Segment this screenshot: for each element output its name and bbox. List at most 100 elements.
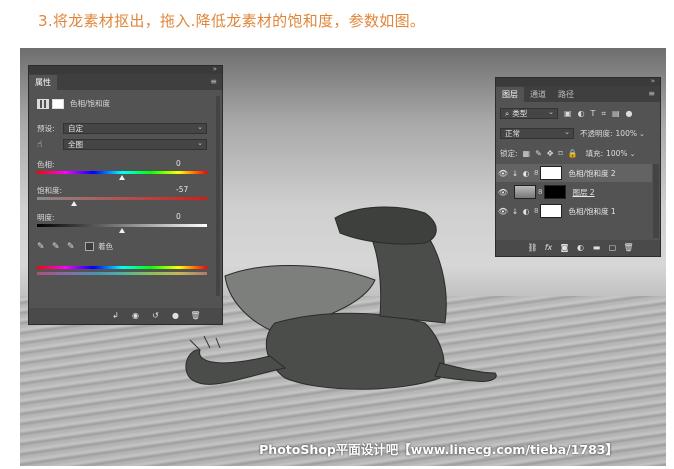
colorize-checkbox[interactable] [85, 242, 94, 251]
eyedropper-minus-icon[interactable]: ✎ [67, 242, 85, 252]
layers-scrollbar[interactable] [653, 164, 659, 238]
lightness-slider-thumb[interactable] [119, 228, 125, 233]
reset-icon[interactable]: ↺ [149, 310, 162, 321]
layer-row-hue-sat-2[interactable]: 👁 ↓ ◐ 8 色相/饱和度 2 [496, 164, 652, 182]
preset-dropdown[interactable]: 自定 ⌄ [63, 123, 207, 134]
preset-label: 预设: [37, 124, 55, 133]
saturation-slider-thumb[interactable] [70, 201, 77, 206]
search-icon: ⌕ [505, 108, 510, 118]
adjustment-layer-icon: ◐ [522, 168, 530, 178]
clip-arrow-icon: ↓ [511, 168, 519, 178]
kind-value: 类型 [512, 109, 528, 118]
panel-menu-icon[interactable]: ≡ [648, 89, 655, 98]
filter-toggle-icon[interactable]: ● [626, 109, 633, 118]
saturation-value[interactable]: -57 [176, 185, 188, 194]
adjustment-layer-icon: ◐ [522, 206, 530, 216]
hue-value[interactable]: 0 [176, 159, 181, 168]
layer-thumbnail[interactable] [514, 185, 536, 199]
collapse-icon[interactable]: » [213, 65, 217, 73]
new-layer-icon[interactable]: ▢ [606, 242, 619, 253]
layer-row-layer-2[interactable]: 👁 8 图层 2 [496, 183, 652, 201]
clip-to-layer-icon[interactable]: ↲ [109, 310, 122, 321]
layer-mask-thumbnail[interactable] [544, 185, 567, 199]
range-value: 全图 [68, 140, 83, 149]
spectrum-bar-bottom [37, 272, 207, 275]
fill-value[interactable]: 100% [606, 149, 627, 158]
layer-mask-thumbnail[interactable] [540, 204, 563, 218]
chevron-down-icon: ⌄ [548, 108, 554, 116]
layer-list: 👁 ↓ ◐ 8 色相/饱和度 2 👁 8 图层 2 👁 ↓ ◐ 8 色相/饱和度… [496, 164, 660, 238]
eyedropper-icon[interactable]: ✎ [37, 242, 52, 252]
link-icon[interactable]: 8 [534, 169, 538, 177]
new-adjustment-icon[interactable]: ◐ [574, 242, 587, 253]
filter-adjust-icon[interactable]: ◐ [578, 109, 585, 118]
panel-menu-icon[interactable]: ≡ [210, 77, 217, 86]
collapse-icon[interactable]: » [651, 77, 655, 85]
layer-name[interactable]: 色相/饱和度 2 [568, 168, 615, 179]
lock-label: 锁定: [500, 149, 518, 158]
trash-icon[interactable]: 🗑 [622, 242, 635, 253]
tab-channels[interactable]: 通道 [524, 87, 552, 102]
layer-row-hue-sat-1[interactable]: 👁 ↓ ◐ 8 色相/饱和度 1 [496, 202, 652, 220]
lightness-slider-track[interactable] [37, 224, 207, 227]
lock-transparent-icon[interactable]: ▦ [523, 149, 531, 158]
tab-paths[interactable]: 路径 [552, 87, 580, 102]
eyedropper-plus-icon[interactable]: ✎ [52, 242, 67, 252]
chevron-down-icon: ⌄ [197, 123, 203, 131]
trash-icon[interactable]: 🗑 [189, 310, 202, 321]
eye-icon[interactable]: 👁 [496, 169, 510, 178]
mask-icon[interactable] [52, 98, 64, 109]
properties-title: 色相/饱和度 [70, 99, 111, 108]
hue-slider-track[interactable] [37, 171, 207, 174]
opacity-label: 不透明度: [580, 129, 613, 138]
filter-pixel-icon[interactable]: ▣ [564, 109, 572, 118]
lock-artboard-icon[interactable]: ⌑ [559, 149, 563, 158]
panel-grip[interactable]: » [29, 65, 222, 74]
colorize-label: 着色 [98, 242, 113, 251]
clip-arrow-icon: ↓ [511, 206, 519, 216]
panel-scrollbar[interactable] [216, 96, 220, 296]
properties-panel: » 属性 ≡ 色相/饱和度 预设: 自定 ⌄ ☝ 全图 ⌄ 色相: 0 饱和度:… [29, 65, 222, 324]
blend-mode-value: 正常 [505, 129, 520, 138]
layer-name[interactable]: 图层 2 [572, 187, 594, 198]
spectrum-bar-top [37, 266, 207, 269]
chevron-down-icon: ⌄ [197, 139, 203, 147]
chevron-down-icon[interactable]: ⌄ [630, 150, 636, 158]
chevron-down-icon[interactable]: ⌄ [639, 130, 645, 138]
hue-slider-thumb[interactable] [119, 175, 125, 180]
hand-tool-icon[interactable]: ☝ [37, 140, 63, 150]
filter-type-icon[interactable]: T [591, 109, 596, 118]
new-group-icon[interactable]: ▬ [590, 242, 603, 253]
link-layers-icon[interactable]: ⛓ [526, 242, 539, 253]
hue-label: 色相: [37, 160, 55, 169]
saturation-slider-track[interactable] [37, 197, 207, 200]
opacity-value[interactable]: 100% [616, 129, 637, 138]
layers-grip[interactable]: » [496, 77, 660, 86]
preset-value: 自定 [68, 124, 83, 133]
saturation-label: 饱和度: [37, 186, 63, 195]
lock-all-icon[interactable]: 🔒 [568, 149, 578, 158]
tutorial-heading: 3.将龙素材抠出，拖入.降低龙素材的饱和度，参数如图。 [38, 12, 426, 30]
eye-icon[interactable]: 👁 [496, 207, 510, 216]
filter-smart-icon[interactable]: ▤ [612, 109, 620, 118]
layer-kind-filter[interactable]: ⌕ 类型 ⌄ [500, 108, 558, 119]
lock-move-icon[interactable]: ✥ [547, 149, 554, 158]
tab-properties[interactable]: 属性 [29, 75, 57, 90]
eye-icon[interactable]: 👁 [496, 188, 510, 197]
filter-shape-icon[interactable]: ⌗ [601, 109, 606, 119]
range-dropdown[interactable]: 全图 ⌄ [63, 139, 207, 150]
link-icon[interactable]: 8 [538, 188, 542, 196]
lightness-value[interactable]: 0 [176, 212, 181, 221]
watermark-text: PhotoShop平面设计吧【www.linecg.com/tieba/1783… [259, 442, 618, 457]
lock-paint-icon[interactable]: ✎ [535, 149, 542, 158]
tab-layers[interactable]: 图层 [496, 87, 524, 102]
link-icon[interactable]: 8 [534, 207, 538, 215]
layer-mask-thumbnail[interactable] [540, 166, 563, 180]
layer-name[interactable]: 色相/饱和度 1 [568, 206, 615, 217]
add-mask-icon[interactable]: ◙ [558, 242, 571, 253]
blend-mode-dropdown[interactable]: 正常 ⌄ [500, 128, 574, 139]
view-previous-icon[interactable]: ◉ [129, 310, 142, 321]
visibility-icon[interactable]: ● [169, 310, 182, 321]
layers-panel: » 图层 通道 路径 ≡ ⌕ 类型 ⌄ ▣ ◐ T ⌗ ▤ ● 正常 ⌄ 不透明… [496, 77, 660, 256]
fx-icon[interactable]: fx [542, 242, 555, 253]
